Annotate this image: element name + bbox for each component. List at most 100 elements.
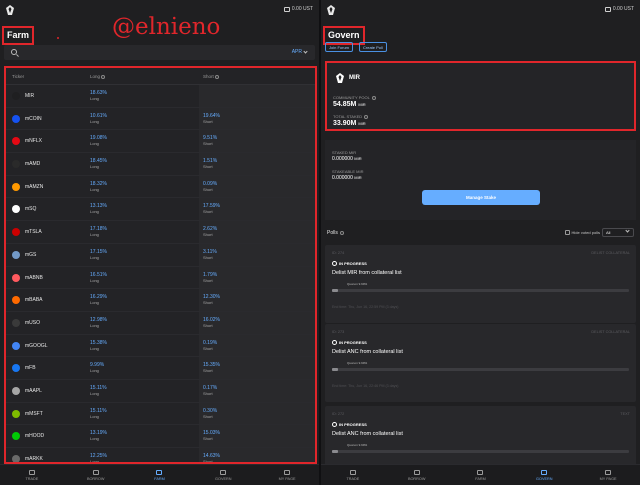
short-action[interactable]: Short xyxy=(203,436,220,442)
long-cell[interactable]: 12.98% Long xyxy=(90,317,107,329)
manage-stake-button[interactable]: Manage Stake xyxy=(422,190,540,205)
nav-item-borrow[interactable]: BORROW xyxy=(64,465,128,485)
long-action[interactable]: Long xyxy=(90,323,107,329)
nav-item-farm[interactable]: FARM xyxy=(449,465,513,485)
long-cell[interactable]: 16.29% Long xyxy=(90,294,107,306)
nav-item-trade[interactable]: TRADE xyxy=(0,465,64,485)
long-action[interactable]: Long xyxy=(90,255,107,261)
table-row[interactable]: mSQ 13.13% Long 17.59% Short xyxy=(6,198,315,222)
long-cell[interactable]: 13.19% Long xyxy=(90,430,107,442)
short-action[interactable]: Short xyxy=(203,209,220,215)
table-row[interactable]: mABNB 16.51% Long 1.79% Short xyxy=(6,267,315,290)
long-action[interactable]: Long xyxy=(90,436,107,442)
long-action[interactable]: Long xyxy=(90,232,107,238)
search-input[interactable]: APR xyxy=(4,45,315,60)
short-action[interactable]: Short xyxy=(203,232,217,238)
nav-item-govern[interactable]: GOVERN xyxy=(191,465,255,485)
short-action[interactable]: Short xyxy=(203,391,217,397)
short-cell[interactable]: 0.19% Short xyxy=(203,340,217,352)
short-action[interactable]: Short xyxy=(203,119,220,125)
table-row[interactable]: mAAPL 15.11% Long 0.17% Short xyxy=(6,380,315,403)
mirror-logo-icon[interactable] xyxy=(327,5,335,15)
short-cell[interactable]: 12.30% Short xyxy=(203,294,220,306)
short-cell[interactable]: 15.03% Short xyxy=(203,430,220,442)
long-action[interactable]: Long xyxy=(90,346,107,352)
long-cell[interactable]: 17.18% Long xyxy=(90,226,107,238)
long-cell[interactable]: 12.25% Long xyxy=(90,453,107,462)
long-cell[interactable]: 19.08% Long xyxy=(90,135,107,147)
short-cell[interactable]: 0.09% Short xyxy=(203,181,217,193)
short-action[interactable]: Short xyxy=(203,278,217,284)
table-row[interactable]: mFB 9.99% Long 15.35% Short xyxy=(6,357,315,380)
table-row[interactable]: mHOOD 13.19% Long 15.03% Short xyxy=(6,425,315,448)
short-cell[interactable]: 14.63% Short xyxy=(203,453,220,462)
long-action[interactable]: Long xyxy=(90,391,107,397)
table-row[interactable]: mUSO 12.98% Long 16.02% Short xyxy=(6,312,315,335)
long-cell[interactable]: 18.45% Long xyxy=(90,158,107,170)
short-action[interactable]: Short xyxy=(203,323,220,329)
join-forum-button[interactable]: Join Forum xyxy=(325,42,354,52)
table-row[interactable]: mAMD 18.45% Long 1.51% Short xyxy=(6,153,315,176)
table-row[interactable]: mMSFT 15.11% Long 0.30% Short xyxy=(6,403,315,426)
sort-select[interactable]: APR xyxy=(292,48,308,55)
long-action[interactable]: Long xyxy=(90,187,107,193)
short-action[interactable]: Short xyxy=(203,187,217,193)
table-row[interactable]: mNFLX 19.08% Long 9.51% Short xyxy=(6,130,315,154)
table-row[interactable]: mTSLA 17.18% Long 2.62% Short xyxy=(6,221,315,244)
long-cell[interactable]: 13.13% Long xyxy=(90,203,107,215)
create-poll-button[interactable]: Create Poll xyxy=(359,42,387,52)
short-cell[interactable]: 17.59% Short xyxy=(203,203,220,215)
mirror-logo-icon[interactable] xyxy=(6,5,14,15)
long-action[interactable]: Long xyxy=(90,368,104,374)
table-row[interactable]: MIR 18.63% Long xyxy=(6,85,315,108)
short-cell[interactable]: 1.79% Short xyxy=(203,272,217,284)
hide-voted-checkbox[interactable]: Hide voted polls xyxy=(564,230,600,235)
short-action[interactable]: Short xyxy=(203,346,217,352)
short-action[interactable]: Short xyxy=(203,255,217,261)
short-cell[interactable]: 9.51% Short xyxy=(203,135,217,147)
long-cell[interactable]: 15.38% Long xyxy=(90,340,107,352)
poll-card[interactable]: ID: 273 DELIST COLLATERAL IN PROGRESS De… xyxy=(325,324,636,402)
short-cell[interactable]: 2.62% Short xyxy=(203,226,217,238)
wallet-button[interactable]: 0.00 UST xyxy=(604,6,634,12)
long-cell[interactable]: 18.63% Long xyxy=(90,90,107,102)
table-row[interactable]: mAMZN 18.32% Long 0.09% Short xyxy=(6,176,315,199)
poll-card[interactable]: ID: 274 DELIST COLLATERAL IN PROGRESS De… xyxy=(325,245,636,323)
short-action[interactable]: Short xyxy=(203,164,217,170)
short-cell[interactable]: 15.35% Short xyxy=(203,362,220,374)
long-action[interactable]: Long xyxy=(90,164,107,170)
nav-item-trade[interactable]: TRADE xyxy=(321,465,385,485)
long-action[interactable]: Long xyxy=(90,278,107,284)
poll-filter-select[interactable]: All xyxy=(602,228,634,237)
nav-item-my-page[interactable]: MY PAGE xyxy=(576,465,640,485)
short-cell[interactable]: 0.30% Short xyxy=(203,408,217,420)
nav-item-my-page[interactable]: MY PAGE xyxy=(255,465,319,485)
long-action[interactable]: Long xyxy=(90,96,107,102)
long-cell[interactable]: 15.11% Long xyxy=(90,408,107,420)
short-cell[interactable]: 19.64% Short xyxy=(203,113,220,125)
short-cell[interactable]: 0.17% Short xyxy=(203,385,217,397)
table-row[interactable]: mGOOGL 15.38% Long 0.19% Short xyxy=(6,335,315,358)
long-cell[interactable]: 15.11% Long xyxy=(90,385,107,397)
short-cell[interactable]: 16.02% Short xyxy=(203,317,220,329)
nav-item-govern[interactable]: GOVERN xyxy=(512,465,576,485)
table-row[interactable]: mCOIN 10.61% Long 19.64% Short xyxy=(6,108,315,131)
short-action[interactable]: Short xyxy=(203,141,217,147)
short-cell[interactable]: 1.51% Short xyxy=(203,158,217,170)
short-action[interactable]: Short xyxy=(203,414,217,420)
long-action[interactable]: Long xyxy=(90,141,107,147)
table-row[interactable]: mBABA 16.29% Long 12.30% Short xyxy=(6,289,315,312)
nav-item-farm[interactable]: FARM xyxy=(128,465,192,485)
nav-item-borrow[interactable]: BORROW xyxy=(385,465,449,485)
long-action[interactable]: Long xyxy=(90,300,107,306)
long-cell[interactable]: 9.99% Long xyxy=(90,362,104,374)
wallet-button[interactable]: 0.00 UST xyxy=(283,6,313,12)
long-cell[interactable]: 10.61% Long xyxy=(90,113,107,125)
table-row[interactable]: mARKK 12.25% Long 14.63% Short xyxy=(6,448,315,462)
long-cell[interactable]: 16.51% Long xyxy=(90,272,107,284)
short-action[interactable]: Short xyxy=(203,300,220,306)
long-cell[interactable]: 17.15% Long xyxy=(90,249,107,261)
short-action[interactable]: Short xyxy=(203,368,220,374)
long-action[interactable]: Long xyxy=(90,209,107,215)
long-cell[interactable]: 18.32% Long xyxy=(90,181,107,193)
